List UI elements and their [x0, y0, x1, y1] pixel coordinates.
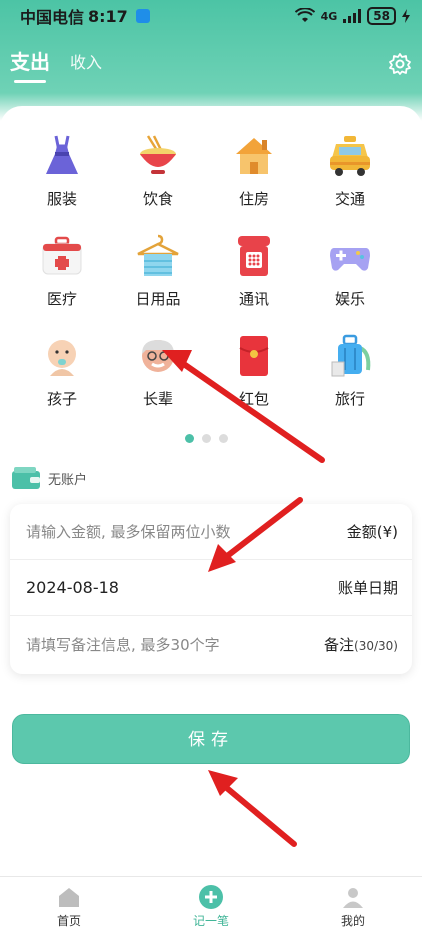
- nav-home-label: 首页: [56, 914, 81, 928]
- nav-mine-label: 我的: [340, 914, 365, 928]
- category-label: 服装: [46, 190, 77, 208]
- amount-label: 金额(¥): [346, 523, 398, 541]
- nav-record-label: 记一笔: [192, 914, 229, 928]
- charging-icon: [402, 9, 410, 23]
- header: 支出 收入: [0, 40, 422, 90]
- save-button[interactable]: 保存: [12, 714, 410, 764]
- wifi-icon: [294, 8, 315, 22]
- tab-expense[interactable]: 支出: [10, 46, 50, 83]
- category-label: 饮食: [142, 190, 173, 208]
- category-label: 通讯: [238, 290, 269, 308]
- category-communication[interactable]: 通讯: [206, 232, 302, 322]
- category-label: 日用品: [135, 290, 181, 308]
- status-time: 8:17: [88, 6, 128, 26]
- category-housing[interactable]: 住房: [206, 132, 302, 222]
- add-circle-icon: [199, 885, 223, 909]
- account-selector[interactable]: 无账户: [12, 467, 87, 489]
- date-label: 账单日期: [337, 579, 398, 597]
- dress-icon: [46, 135, 78, 174]
- page-dot[interactable]: [219, 434, 228, 443]
- battery-level: 58: [367, 7, 396, 25]
- elder-icon: [142, 340, 174, 372]
- note-counter: (30/30): [354, 638, 398, 653]
- page-indicator: [185, 434, 228, 443]
- baby-icon: [48, 340, 76, 376]
- note-label-group: 备注(30/30): [324, 634, 398, 655]
- taxi-icon: [330, 136, 370, 176]
- category-label: 孩子: [46, 390, 77, 408]
- category-children[interactable]: 孩子: [14, 332, 110, 422]
- towel-hanger-icon: [137, 234, 179, 276]
- category-daily-goods[interactable]: 日用品: [110, 232, 206, 322]
- category-travel[interactable]: 旅行: [302, 332, 398, 422]
- note-row[interactable]: 请填写备注信息, 最多30个字 备注(30/30): [10, 616, 412, 672]
- status-bar: 中国电信 8:17 4G 58: [0, 0, 422, 32]
- house-icon: [236, 138, 272, 174]
- gamepad-icon: [330, 248, 370, 271]
- nav-mine[interactable]: 我的: [308, 885, 398, 929]
- category-medical[interactable]: 医疗: [14, 232, 110, 322]
- telephone-icon: [238, 236, 270, 276]
- date-row[interactable]: 2024-08-18 账单日期: [10, 560, 412, 616]
- carrier-name: 中国电信: [20, 8, 85, 27]
- settings-gear-icon[interactable]: [388, 52, 412, 76]
- category-elders[interactable]: 长辈: [110, 332, 206, 422]
- note-label: 备注: [324, 635, 355, 654]
- bottom-nav: 首页 记一笔 我的: [0, 876, 422, 930]
- category-label: 住房: [238, 190, 269, 208]
- red-envelope-icon: [239, 336, 269, 376]
- signal-bars-icon: [343, 9, 362, 23]
- category-label: 长辈: [142, 390, 173, 408]
- category-label: 医疗: [46, 290, 77, 308]
- wallet-icon: [12, 467, 40, 489]
- notification-app-icon: [135, 9, 150, 23]
- network-type: 4G: [320, 9, 338, 23]
- category-entertainment[interactable]: 娱乐: [302, 232, 398, 322]
- bill-form: 请输入金额, 最多保留两位小数 金额(¥) 2024-08-18 账单日期 请填…: [10, 504, 412, 674]
- tab-income[interactable]: 收入: [70, 49, 102, 73]
- account-label: 无账户: [48, 472, 88, 488]
- amount-input[interactable]: 请输入金额, 最多保留两位小数: [26, 521, 231, 542]
- amount-row[interactable]: 请输入金额, 最多保留两位小数 金额(¥): [10, 504, 412, 560]
- date-value[interactable]: 2024-08-18: [26, 578, 119, 597]
- category-transport[interactable]: 交通: [302, 132, 398, 222]
- suitcase-icon: [331, 334, 371, 377]
- page-dot-active[interactable]: [185, 434, 194, 443]
- nav-home[interactable]: 首页: [24, 885, 114, 929]
- category-food[interactable]: 饮食: [110, 132, 206, 222]
- user-icon: [343, 888, 363, 908]
- category-red-envelope[interactable]: 红包: [206, 332, 302, 422]
- nav-record[interactable]: 记一笔: [166, 885, 256, 929]
- home-icon: [59, 888, 79, 907]
- medical-kit-icon: [42, 236, 82, 275]
- page-dot[interactable]: [202, 434, 211, 443]
- note-input[interactable]: 请填写备注信息, 最多30个字: [26, 634, 220, 655]
- category-label: 娱乐: [334, 290, 365, 308]
- main-card: 服装 饮食 住房 交通 医疗 日用品 通讯 娱乐 孩子 长辈 红包 旅行 无账户…: [0, 106, 422, 876]
- category-clothing[interactable]: 服装: [14, 132, 110, 222]
- food-bowl-icon: [140, 135, 176, 174]
- category-label: 红包: [238, 390, 269, 408]
- category-label: 旅行: [334, 390, 365, 408]
- category-label: 交通: [334, 190, 365, 208]
